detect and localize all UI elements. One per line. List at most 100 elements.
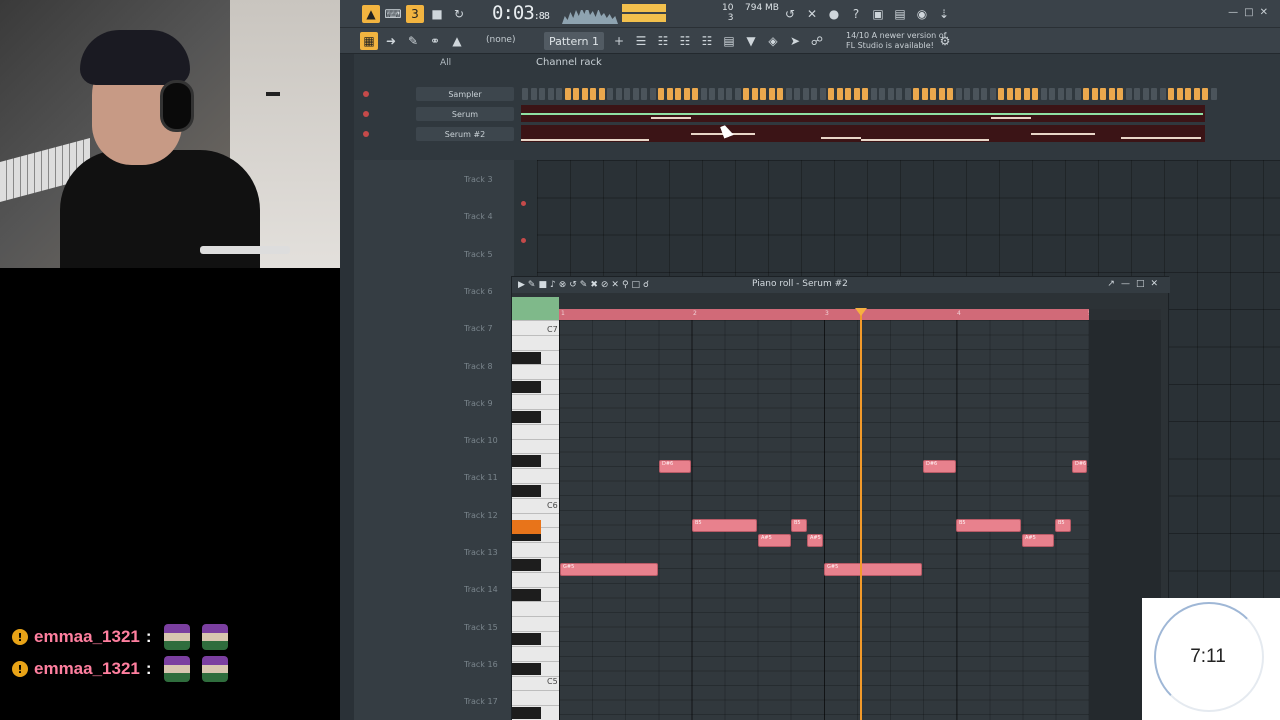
step-button[interactable] xyxy=(709,88,715,100)
step-button[interactable] xyxy=(598,88,605,100)
step-button[interactable] xyxy=(649,88,656,100)
step-button[interactable] xyxy=(1091,88,1098,100)
step-button[interactable] xyxy=(879,88,885,100)
channel-mute-icon[interactable] xyxy=(363,111,369,117)
piano-roll-note[interactable]: B5 xyxy=(692,519,757,532)
plugin-picker-icon[interactable]: ▼ xyxy=(742,32,760,50)
record-icon[interactable]: ▲ xyxy=(362,5,380,23)
piano-roll-note[interactable]: G#5 xyxy=(824,563,922,576)
cut-icon[interactable]: ✕ xyxy=(803,5,821,23)
piano-keyboard[interactable]: C7 C6 C5 xyxy=(512,320,559,720)
step-button[interactable] xyxy=(1185,88,1191,100)
chat-username[interactable]: emmaa_1321 xyxy=(34,659,140,679)
channel-mute-icon[interactable] xyxy=(363,91,369,97)
step-button[interactable] xyxy=(828,88,834,100)
step-button[interactable] xyxy=(683,88,690,100)
track-label[interactable]: Track 9 xyxy=(464,399,493,408)
track-label[interactable]: Track 15 xyxy=(464,623,498,632)
playhead-marker-icon[interactable] xyxy=(855,308,867,316)
step-button[interactable] xyxy=(845,88,851,100)
step-button[interactable] xyxy=(556,88,562,100)
step-button[interactable] xyxy=(641,88,647,100)
chat-username[interactable]: emmaa_1321 xyxy=(34,627,140,647)
loop-record-icon[interactable]: ↻ xyxy=(450,5,468,23)
step-button[interactable] xyxy=(743,88,749,100)
black-key[interactable] xyxy=(512,455,541,468)
piano-roll-titlebar[interactable]: ▶✎■♪⊗↺✎✖⊘✕⚲□☌ Piano roll - Serum #2 ↗—□✕ xyxy=(512,277,1170,293)
channel-name-button[interactable]: Serum #2 xyxy=(416,127,514,141)
step-button[interactable] xyxy=(573,88,579,100)
black-key[interactable] xyxy=(512,588,541,601)
track-record-icon[interactable] xyxy=(521,201,526,206)
track-label[interactable]: Track 11 xyxy=(464,473,498,482)
step-button[interactable] xyxy=(1134,88,1140,100)
black-key[interactable] xyxy=(512,351,541,364)
track-record-icon[interactable] xyxy=(521,238,526,243)
pattern-mode-icon[interactable]: ▦ xyxy=(360,32,378,50)
step-button[interactable] xyxy=(913,88,919,100)
track-label[interactable]: Track 16 xyxy=(464,660,498,669)
tempo-tapper-icon[interactable]: ◈ xyxy=(764,32,782,50)
active-key[interactable] xyxy=(512,520,541,534)
step-button[interactable] xyxy=(811,88,817,100)
microphone-toolbar-icon[interactable]: ● xyxy=(825,5,843,23)
step-button[interactable] xyxy=(1210,88,1217,100)
update-notice[interactable]: 14/10 A newer version of FL Studio is ava… xyxy=(846,31,946,51)
black-key[interactable] xyxy=(512,410,541,423)
piano-roll-tools[interactable]: ▶✎■♪⊗↺✎✖⊘✕⚲□☌ xyxy=(518,280,652,290)
step-button[interactable] xyxy=(921,88,928,100)
step-button[interactable] xyxy=(539,88,545,100)
step-button[interactable] xyxy=(734,88,741,100)
step-button[interactable] xyxy=(1117,88,1123,100)
track-label[interactable]: Track 6 xyxy=(464,287,493,296)
step-button[interactable] xyxy=(1193,88,1200,100)
step-button[interactable] xyxy=(692,88,698,100)
step-button[interactable] xyxy=(607,88,613,100)
step-button[interactable] xyxy=(853,88,860,100)
black-key[interactable] xyxy=(512,633,541,646)
step-button[interactable] xyxy=(955,88,962,100)
black-key[interactable] xyxy=(512,381,541,394)
step-button[interactable] xyxy=(1032,88,1038,100)
countdown-icon[interactable]: 3 xyxy=(406,5,424,23)
step-button[interactable] xyxy=(581,88,588,100)
pattern-selector[interactable]: Pattern 1 xyxy=(544,32,604,50)
step-button[interactable] xyxy=(564,88,571,100)
piano-roll-window-controls[interactable]: ↗—□✕ xyxy=(1107,279,1164,289)
step-button[interactable] xyxy=(1049,88,1055,100)
step-button[interactable] xyxy=(726,88,732,100)
link-icon[interactable]: ⚭ xyxy=(426,32,444,50)
mixer-icon[interactable]: ☷ xyxy=(654,32,672,50)
step-button[interactable] xyxy=(904,88,911,100)
track-label[interactable]: Track 12 xyxy=(464,511,498,520)
step-button[interactable] xyxy=(870,88,877,100)
step-button[interactable] xyxy=(1176,88,1183,100)
track-label[interactable]: Track 3 xyxy=(464,175,493,184)
channel-mini-roll[interactable] xyxy=(521,105,1205,122)
channel-filter[interactable]: All xyxy=(440,58,451,68)
step-button[interactable] xyxy=(590,88,596,100)
stamp-icon[interactable]: ▲ xyxy=(448,32,466,50)
step-button[interactable] xyxy=(1083,88,1089,100)
step-button[interactable] xyxy=(700,88,707,100)
piano-roll-note[interactable]: G#5 xyxy=(560,563,658,576)
step-button[interactable] xyxy=(862,88,868,100)
step-button[interactable] xyxy=(1168,88,1174,100)
piano-roll-note[interactable]: B5 xyxy=(1055,519,1071,532)
piano-roll-icon[interactable]: ☷ xyxy=(698,32,716,50)
step-button[interactable] xyxy=(760,88,766,100)
step-button[interactable] xyxy=(1040,88,1047,100)
step-button[interactable] xyxy=(1108,88,1115,100)
typing-keyboard-icon[interactable]: ⌨ xyxy=(384,5,402,23)
track-label[interactable]: Track 13 xyxy=(464,548,498,557)
step-button[interactable] xyxy=(777,88,783,100)
step-button[interactable] xyxy=(989,88,996,100)
step-button[interactable] xyxy=(1100,88,1106,100)
track-label[interactable]: Track 5 xyxy=(464,250,493,259)
step-button[interactable] xyxy=(666,88,673,100)
settings-icon[interactable]: ⚙ xyxy=(936,32,954,50)
step-button[interactable] xyxy=(998,88,1004,100)
step-button[interactable] xyxy=(624,88,630,100)
step-button[interactable] xyxy=(632,88,639,100)
step-button[interactable] xyxy=(547,88,554,100)
